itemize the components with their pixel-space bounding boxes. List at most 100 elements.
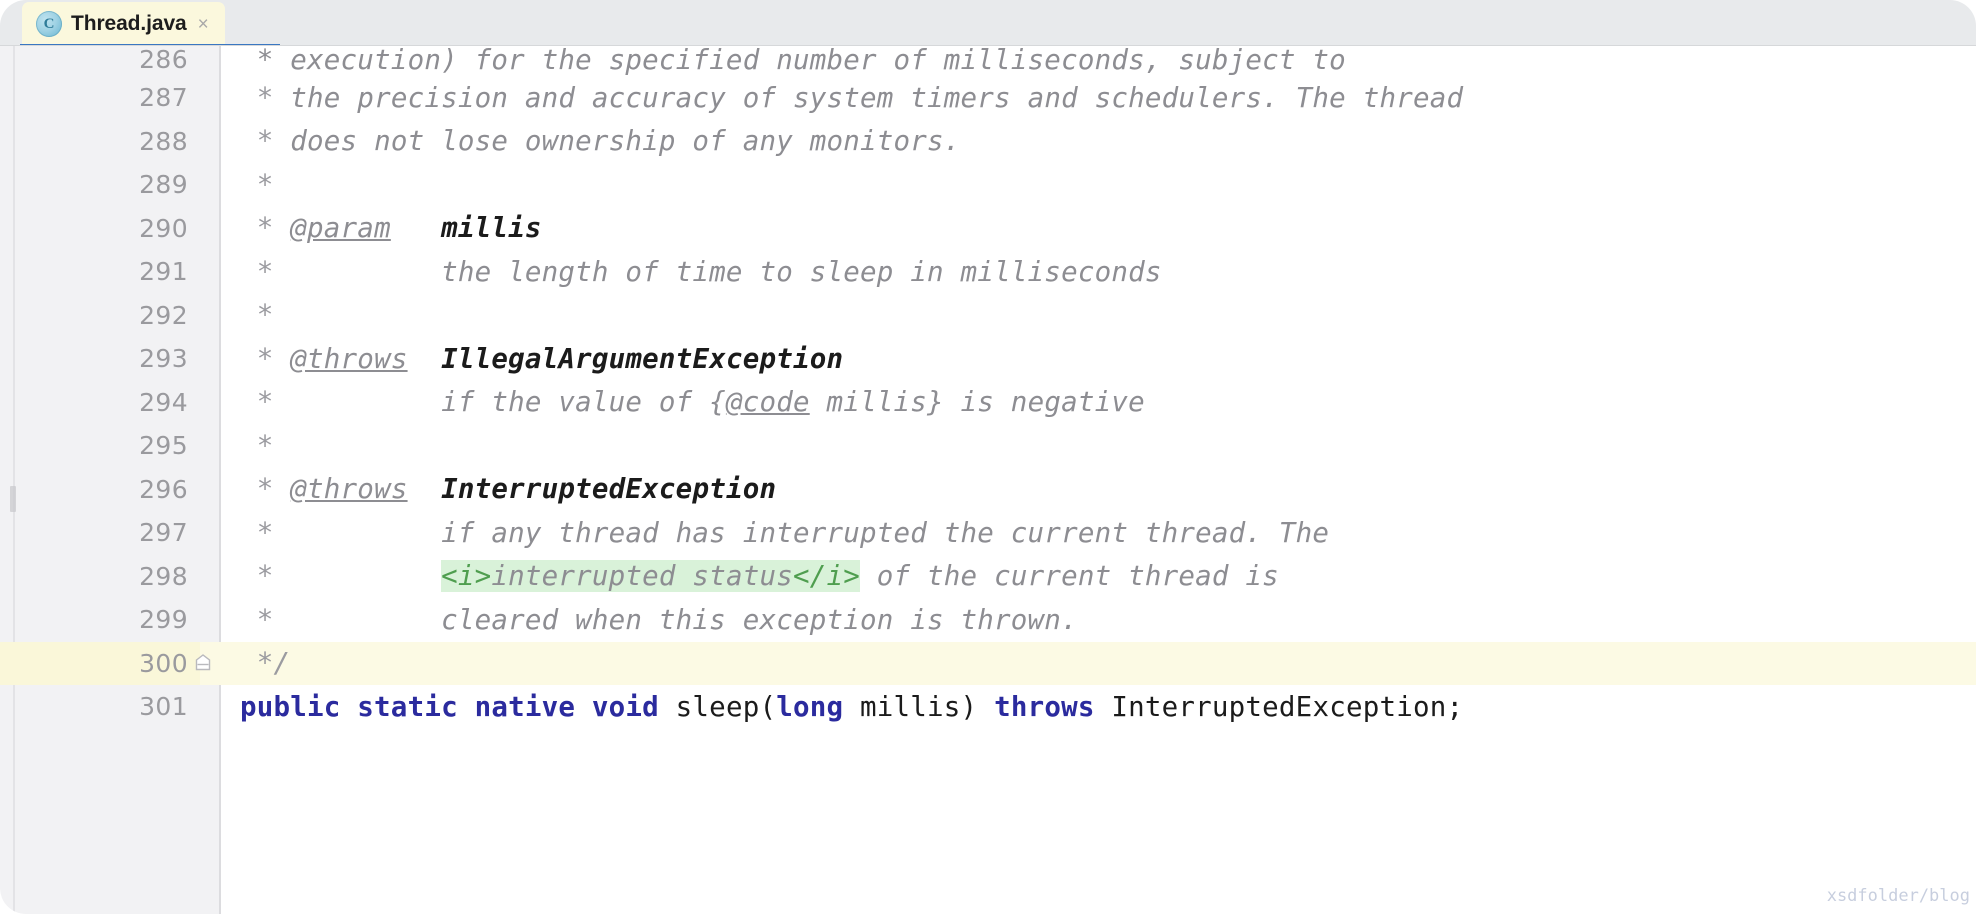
code-token-cmt-star: * [240, 81, 291, 114]
code-token-cmt-star: * [240, 386, 442, 419]
line-number[interactable]: 300 [0, 641, 200, 685]
fold-gutter-cell[interactable] [200, 337, 220, 381]
code-line-text[interactable]: * if any thread has interrupted the curr… [240, 511, 1329, 555]
code-line-row[interactable]: 288 * does not lose ownership of any mon… [0, 120, 1976, 164]
code-line-row[interactable]: 291 * the length of time to sleep in mil… [0, 250, 1976, 294]
code-token-jd-tag: @throws [290, 342, 408, 375]
code-line-row[interactable]: 297 * if any thread has interrupted the … [0, 511, 1976, 555]
code-line-text[interactable]: * @throws InterruptedException [240, 468, 776, 512]
fold-gutter-cell[interactable] [200, 424, 220, 468]
code-line-row[interactable]: 299 * cleared when this exception is thr… [0, 598, 1976, 642]
code-token-cmt: millis} is negative [809, 386, 1145, 419]
line-number[interactable]: 299 [0, 598, 200, 642]
code-line-text[interactable]: * [240, 424, 274, 468]
code-line-row[interactable]: 301 public static native void sleep(long … [0, 685, 1976, 729]
code-line-row[interactable]: 289 * [0, 163, 1976, 207]
code-token-jd-tag: @throws [290, 473, 408, 506]
code-line-text[interactable]: * does not lose ownership of any monitor… [240, 120, 961, 164]
fold-end-icon[interactable] [192, 652, 214, 674]
line-number[interactable]: 294 [0, 381, 200, 425]
code-line-row[interactable]: 292 * [0, 294, 1976, 338]
fold-gutter-cell[interactable] [200, 207, 220, 251]
code-token-html-txt: interrupted status [491, 560, 793, 593]
fold-gutter-cell[interactable] [200, 120, 220, 164]
line-number[interactable]: 296 [0, 468, 200, 512]
code-line-text[interactable]: * cleared when this exception is thrown. [240, 598, 1078, 642]
code-token-plain: millis) [843, 690, 995, 723]
code-line-text[interactable]: public static native void sleep(long mil… [240, 685, 1463, 729]
code-token-cmt-star: * [240, 125, 291, 158]
fold-gutter-cell[interactable] [200, 163, 220, 207]
line-number[interactable]: 287 [0, 76, 200, 120]
line-number[interactable]: 289 [0, 163, 200, 207]
line-number[interactable]: 297 [0, 511, 200, 555]
line-number[interactable]: 288 [0, 120, 200, 164]
code-token-jd-inline: @code [725, 386, 810, 419]
code-line-row[interactable]: 300 */ [0, 641, 1976, 686]
close-icon[interactable]: × [198, 15, 209, 34]
code-line-row[interactable]: 287 * the precision and accuracy of syst… [0, 76, 1976, 120]
code-token-cmt-star: * [240, 560, 442, 593]
fold-gutter-cell[interactable] [200, 685, 220, 729]
code-editor[interactable]: 286 * execution) for the specified numbe… [0, 46, 1976, 914]
code-token-cmt-star: * [240, 299, 274, 332]
code-line-text[interactable]: * [240, 294, 274, 338]
fold-gutter-cell[interactable] [200, 555, 220, 599]
fold-gutter-cell[interactable] [200, 468, 220, 512]
code-line-text[interactable]: * if the value of {@code millis} is nega… [240, 381, 1145, 425]
code-line-text[interactable]: * the precision and accuracy of system t… [240, 76, 1463, 120]
code-line-row[interactable]: 290 * @param millis [0, 207, 1976, 251]
code-line-row[interactable]: 286 * execution) for the specified numbe… [0, 46, 1976, 76]
code-line-text[interactable]: * the length of time to sleep in millise… [240, 250, 1162, 294]
code-token-cmt-star: * [240, 212, 291, 245]
ide-window: C Thread.java × 286 * execution) for the… [0, 0, 1976, 914]
editor-tab-thread-java[interactable]: C Thread.java × [22, 2, 225, 46]
fold-gutter-cell[interactable] [195, 642, 220, 686]
fold-gutter-cell[interactable] [200, 381, 220, 425]
code-token-kw: long [776, 690, 844, 723]
code-token-cmt [391, 212, 441, 244]
fold-gutter-cell[interactable] [200, 76, 220, 120]
code-line-text[interactable]: * execution) for the specified number of… [240, 46, 1346, 76]
code-token-cmt-star: * [240, 516, 442, 549]
code-lines: 286 * execution) for the specified numbe… [0, 46, 1976, 729]
code-token-cmt-star: * [240, 603, 442, 636]
code-token-cmt [408, 473, 442, 505]
fold-gutter-cell[interactable] [200, 598, 220, 642]
watermark-text: xsdfolder/blog [1826, 886, 1970, 906]
code-token-cmt [408, 343, 442, 375]
code-token-cmt-star: * [240, 255, 442, 288]
editor-tab-label: Thread.java [71, 12, 187, 35]
line-number[interactable]: 295 [0, 424, 200, 468]
line-number[interactable]: 293 [0, 337, 200, 381]
code-token-html-tag: </i> [792, 560, 861, 593]
code-line-row[interactable]: 293 * @throws IllegalArgumentException [0, 337, 1976, 381]
code-token-cmt: cleared when this exception is thrown. [441, 603, 1078, 636]
fold-gutter-cell[interactable] [200, 46, 220, 76]
fold-gutter-cell[interactable] [200, 294, 220, 338]
code-token-jd-val: IllegalArgumentException [441, 342, 844, 375]
code-line-row[interactable]: 296 * @throws InterruptedException [0, 468, 1976, 512]
code-line-row[interactable]: 295 * [0, 424, 1976, 468]
line-number[interactable]: 292 [0, 294, 200, 338]
code-line-text[interactable]: * [240, 163, 274, 207]
code-token-cmt-star: * [240, 429, 274, 462]
code-line-text[interactable]: * @throws IllegalArgumentException [240, 337, 843, 381]
line-number[interactable]: 298 [0, 555, 200, 599]
line-number[interactable]: 291 [0, 250, 200, 294]
code-line-text[interactable]: * <i> interrupted status </i> of the curre… [240, 555, 1279, 599]
code-line-text[interactable]: */ [240, 642, 290, 686]
code-line-row[interactable]: 294 * if the value of {@code millis} is … [0, 381, 1976, 425]
code-token-cmt: if any thread has interrupted the curren… [441, 516, 1330, 549]
code-token-cmt: * execution) for the specified number of… [240, 46, 1346, 76]
code-line-text[interactable]: * @param millis [240, 207, 542, 251]
fold-gutter-cell[interactable] [200, 511, 220, 555]
line-number[interactable]: 286 [0, 46, 200, 76]
code-token-cmt: does not lose ownership of any monitors. [290, 125, 961, 158]
line-number[interactable]: 290 [0, 207, 200, 251]
code-line-row[interactable]: 298 * <i> interrupted status </i> of the c… [0, 555, 1976, 599]
code-token-jd-val: InterruptedException [441, 473, 777, 506]
code-token-cmt-star: */ [240, 647, 291, 680]
fold-gutter-cell[interactable] [200, 250, 220, 294]
line-number[interactable]: 301 [0, 685, 200, 729]
